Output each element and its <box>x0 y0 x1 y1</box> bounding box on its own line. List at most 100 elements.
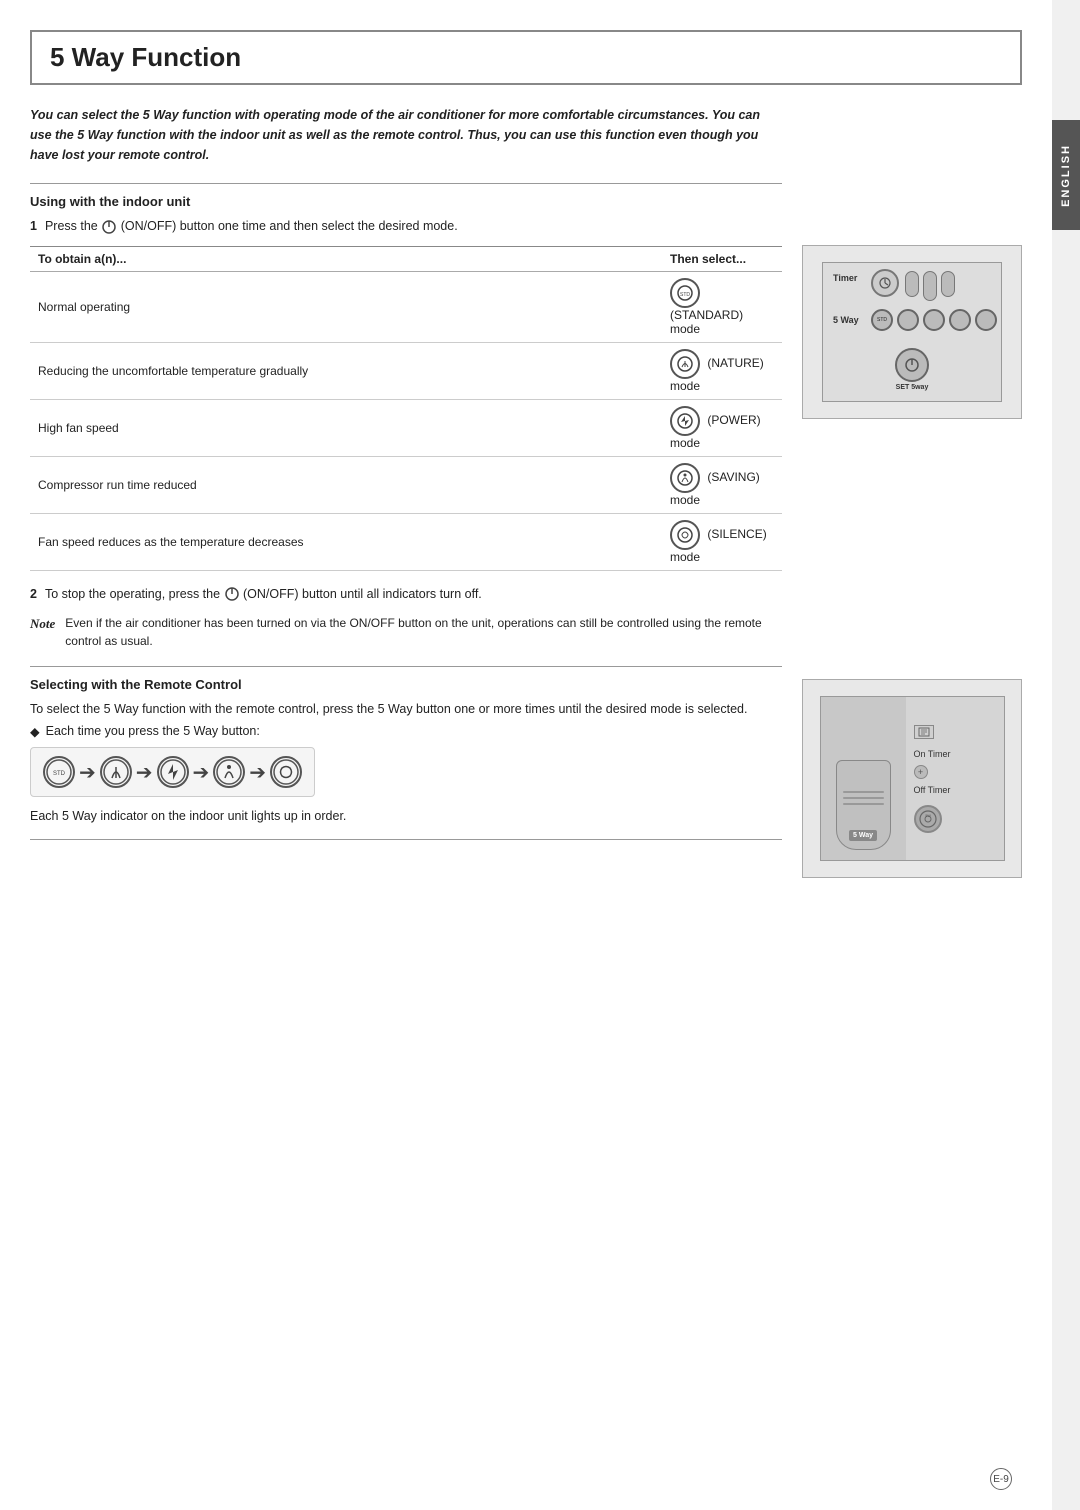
mode-buttons: STD <box>871 309 997 331</box>
set-label: SET 5way <box>896 384 929 391</box>
page-circle: E-9 <box>990 1468 1012 1490</box>
arrow-1: ➔ <box>79 760 96 785</box>
svg-text:STD: STD <box>53 771 66 777</box>
power-btn-icon <box>904 357 920 373</box>
btn-std: STD <box>871 309 893 331</box>
table-cell-obtain: Compressor run time reduced <box>30 456 662 513</box>
btn-power <box>923 309 945 331</box>
table-cell-obtain: Reducing the uncomfortable temperature g… <box>30 342 662 399</box>
intro-text: You can select the 5 Way function with o… <box>30 105 782 165</box>
slat <box>843 803 884 805</box>
table-cell-mode: (POWER) mode <box>662 399 782 456</box>
page-number-text: E-9 <box>993 1474 1009 1485</box>
dial: 5W <box>914 805 942 833</box>
left-column: You can select the 5 Way function with o… <box>30 105 782 898</box>
arrow-3: ➔ <box>193 760 210 785</box>
svg-text:5W: 5W <box>925 814 931 818</box>
table-cell-mode: (NATURE) mode <box>662 342 782 399</box>
btn-saving <box>949 309 971 331</box>
arrow-sequence: STD ➔ ➔ ➔ ➔ <box>30 747 315 797</box>
saving-icon <box>670 463 700 493</box>
remote-left-panel: 5 Way <box>821 697 906 860</box>
power-icon-2 <box>224 586 240 602</box>
table-cell-mode: STD (STANDARD) mode <box>662 271 782 342</box>
indoor-unit-image: Timer <box>802 245 1022 419</box>
seq-icon-saving <box>213 756 245 788</box>
vent-icons <box>905 271 955 301</box>
table-row: Compressor run time reduced (SAVING) mod… <box>30 456 782 513</box>
indoor-unit-body: 5 Way <box>836 760 891 850</box>
note-label: Note <box>30 614 55 650</box>
page-title: 5 Way Function <box>50 42 1002 73</box>
main-content: 5 Way Function You can select the 5 Way … <box>0 0 1052 1510</box>
remote-right-panel: On Timer + Off Timer 5W <box>906 697 1004 860</box>
table-cell-obtain: High fan speed <box>30 399 662 456</box>
table-cell-obtain: Fan speed reduces as the temperature dec… <box>30 513 662 570</box>
way-label: 5 Way <box>833 315 859 325</box>
indoor-section-heading: Using with the indoor unit <box>30 194 782 209</box>
power-area: SET 5way <box>895 348 929 391</box>
table-cell-mode: (SAVING) mode <box>662 456 782 513</box>
seq-icon-std: STD <box>43 756 75 788</box>
table-row: High fan speed (POWER) mode <box>30 399 782 456</box>
5way-btn-label: 5 Way <box>849 830 877 841</box>
remote-section-heading: Selecting with the Remote Control <box>30 677 782 692</box>
table-row: Reducing the uncomfortable temperature g… <box>30 342 782 399</box>
slat <box>843 791 884 793</box>
table-cell-obtain: Normal operating <box>30 271 662 342</box>
table-col1: To obtain a(n)... <box>30 246 662 271</box>
table-row: Normal operating STD (STANDARD) mode <box>30 271 782 342</box>
nature-icon <box>670 349 700 379</box>
divider-3 <box>30 839 782 840</box>
note-block: Note Even if the air conditioner has bee… <box>30 614 782 650</box>
bullet-content: Each time you press the 5 Way button: <box>46 724 260 739</box>
remote-control-image: 5 Way <box>802 679 1022 878</box>
btn-silence <box>975 309 997 331</box>
right-column: Timer <box>802 105 1022 898</box>
display-icon <box>918 727 930 737</box>
standard-icon: STD <box>670 278 700 308</box>
step-2-number: 2 <box>30 585 37 604</box>
slats <box>843 791 884 805</box>
mode-table: To obtain a(n)... Then select... Normal … <box>30 246 782 571</box>
arrow-2: ➔ <box>136 760 153 785</box>
on-timer-label: On Timer <box>914 749 951 759</box>
vent-3 <box>941 271 955 297</box>
remote-intro-text: To select the 5 Way function with the re… <box>30 700 782 719</box>
seq-icon-power <box>157 756 189 788</box>
table-cell-mode: (SILENCE) mode <box>662 513 782 570</box>
5way-indicator: 5 Way <box>849 830 877 841</box>
bullet-text: ◆ Each time you press the 5 Way button: <box>30 724 782 739</box>
timer-label: Timer <box>833 273 857 283</box>
title-bar: 5 Way Function <box>30 30 1022 85</box>
timer-plus: + <box>914 765 928 779</box>
seq-icon-nature <box>100 756 132 788</box>
btn-nature <box>897 309 919 331</box>
slat <box>843 797 884 799</box>
vent-1 <box>905 271 919 297</box>
timer-button <box>871 269 899 297</box>
dial-icon: 5W <box>919 810 937 828</box>
step-2: 2 To stop the operating, press the (ON/O… <box>30 585 782 604</box>
step-1: 1 Press the (ON/OFF) button one time and… <box>30 217 782 236</box>
page-number: E-9 <box>990 1468 1012 1490</box>
side-tab-label: ENGLISH <box>1060 144 1072 207</box>
panel-display: Timer <box>822 262 1002 402</box>
divider-1 <box>30 183 782 184</box>
display-indicator <box>914 725 934 739</box>
step-2-text: To stop the operating, press the (ON/OFF… <box>45 585 482 604</box>
power-icon <box>101 219 117 235</box>
remote-section: Selecting with the Remote Control To sel… <box>30 677 782 824</box>
bullet-symbol: ◆ <box>30 724 40 739</box>
divider-2 <box>30 666 782 667</box>
final-note: Each 5 Way indicator on the indoor unit … <box>30 809 782 823</box>
step-1-text: Press the (ON/OFF) button one time and t… <box>45 217 458 236</box>
off-timer-label: Off Timer <box>914 785 951 795</box>
power-btn <box>895 348 929 382</box>
timer-icon <box>878 276 892 290</box>
vent-2 <box>923 271 937 301</box>
svg-text:STD: STD <box>680 292 690 298</box>
power-mode-icon <box>670 406 700 436</box>
silence-icon <box>670 520 700 550</box>
table-row: Fan speed reduces as the temperature dec… <box>30 513 782 570</box>
